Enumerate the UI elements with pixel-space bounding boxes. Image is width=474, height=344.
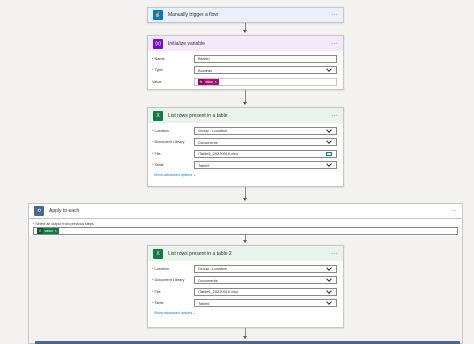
location-dropdown[interactable]: Group - Location	[194, 264, 337, 273]
document-library-label: Document Library	[154, 278, 185, 283]
arrow-down-icon	[242, 102, 247, 105]
initialize-variable-header[interactable]: {x} Initialize variable ···	[148, 36, 343, 51]
table-label: Table	[154, 301, 164, 306]
list-rows-title: List rows present in a table	[168, 112, 228, 119]
chevron-down-icon	[326, 138, 332, 145]
trigger-card[interactable]: ☝ Manually trigger a flow ···	[147, 7, 344, 23]
arrow-down-icon	[242, 336, 247, 339]
value-label: Value	[152, 79, 162, 84]
more-options-icon[interactable]: ···	[450, 208, 457, 214]
arrow-down-icon	[242, 30, 247, 33]
chevron-down-icon	[326, 264, 332, 271]
document-library-label: Document Library	[154, 140, 185, 145]
chevron-down-icon	[326, 66, 332, 73]
type-label: Type	[154, 68, 163, 73]
flow-canvas: ☝ Manually trigger a flow ··· {x} Initia…	[0, 0, 474, 344]
more-options-icon[interactable]: ···	[331, 41, 338, 47]
file-row: *File /Table5_20220910.xlsx	[148, 149, 343, 159]
value-row: Value fx false ×	[148, 77, 343, 87]
trigger-header[interactable]: ☝ Manually trigger a flow ···	[148, 8, 343, 22]
list-rows-card[interactable]: X List rows present in a table ··· *Loca…	[147, 107, 344, 187]
more-options-icon[interactable]: ···	[331, 113, 338, 119]
remove-token-icon[interactable]: ×	[55, 229, 57, 233]
location-row: *Location Group - Location	[148, 126, 343, 136]
value-token[interactable]: X value ×	[37, 228, 59, 234]
table-dropdown[interactable]: Table6	[194, 299, 337, 308]
table-row: *Table Table6	[148, 299, 343, 309]
location-label: Location	[154, 128, 169, 133]
expression-icon: fx	[198, 78, 204, 85]
excel-icon: X	[153, 110, 163, 121]
document-library-dropdown[interactable]: Documents	[194, 138, 337, 147]
select-output-label: * Select an output from previous steps	[33, 222, 94, 226]
chevron-down-icon	[326, 161, 332, 168]
list-rows-2-title: List rows present in a table 2	[168, 250, 232, 257]
trigger-title: Manually trigger a flow	[168, 12, 219, 18]
hand-touch-icon: ☝	[153, 10, 163, 20]
list-rows-header[interactable]: X List rows present in a table ···	[148, 108, 343, 123]
folder-icon[interactable]	[326, 151, 332, 156]
arrow-down-icon	[242, 240, 247, 243]
file-label: File	[154, 289, 161, 294]
name-row: *Name fMatch	[148, 54, 343, 64]
select-output-field[interactable]: X value ×	[33, 227, 458, 235]
initialize-variable-title: Initialize variable	[168, 40, 205, 47]
file-row: *File /Table6_20220910.xlsx	[148, 287, 343, 297]
type-dropdown[interactable]: Boolean	[194, 66, 337, 75]
table-label: Table	[154, 163, 164, 168]
chevron-down-icon	[326, 126, 332, 133]
chevron-down-icon	[326, 287, 332, 294]
file-field[interactable]: /Table6_20220910.xlsx	[194, 287, 337, 296]
type-row: *Type Boolean	[148, 66, 343, 76]
location-row: *Location Group - Location	[148, 264, 343, 274]
initialize-variable-card[interactable]: {x} Initialize variable ··· *Name fMatch…	[147, 35, 344, 90]
more-options-icon[interactable]: ···	[331, 251, 338, 257]
name-field[interactable]: fMatch	[194, 54, 337, 63]
chevron-down-icon	[326, 299, 332, 306]
table-dropdown[interactable]: Table5	[194, 161, 337, 170]
table-row: *Table Table5	[148, 161, 343, 171]
location-label: Location	[154, 266, 169, 271]
false-token[interactable]: fx false ×	[198, 78, 219, 85]
file-label: File	[154, 151, 161, 156]
excel-icon: X	[153, 248, 163, 259]
value-field[interactable]: fx false ×	[194, 77, 337, 86]
variable-icon: {x}	[153, 38, 163, 49]
chevron-down-icon	[326, 276, 332, 283]
apply-to-each-header[interactable]: ⟲ Apply to each ···	[29, 204, 462, 219]
excel-icon: X	[37, 228, 43, 234]
loop-icon: ⟲	[34, 206, 44, 216]
file-field[interactable]: /Table5_20220910.xlsx	[194, 149, 337, 158]
more-options-icon[interactable]: ···	[331, 12, 338, 18]
document-library-row: *Document Library Documents	[148, 138, 343, 148]
show-advanced-options-link[interactable]: Show advanced options ⌄	[148, 311, 343, 315]
name-label: Name	[154, 56, 165, 61]
list-rows-2-header[interactable]: X List rows present in a table 2 ···	[148, 246, 343, 261]
document-library-dropdown[interactable]: Documents	[194, 276, 337, 285]
list-rows-2-card[interactable]: X List rows present in a table 2 ··· *Lo…	[147, 245, 344, 328]
arrow-down-icon	[242, 198, 247, 201]
location-dropdown[interactable]: Group - Location	[194, 126, 337, 135]
document-library-row: *Document Library Documents	[148, 276, 343, 286]
apply-to-each-title: Apply to each	[49, 208, 80, 214]
show-advanced-options-link[interactable]: Show advanced options ⌄	[148, 173, 343, 177]
remove-token-icon[interactable]: ×	[215, 80, 217, 84]
